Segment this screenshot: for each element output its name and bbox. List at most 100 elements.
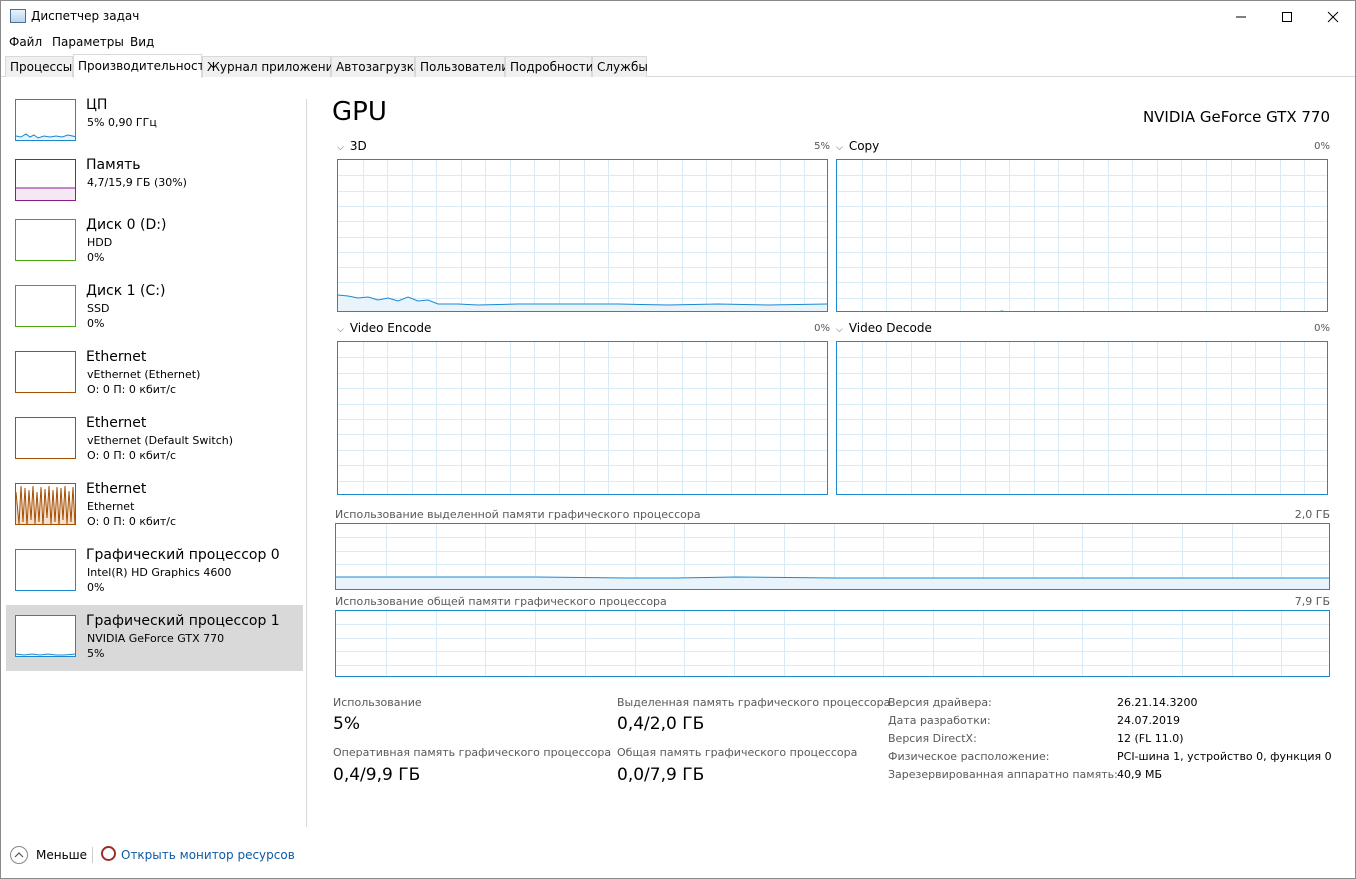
chevron-down-icon: ⌵ xyxy=(337,325,344,335)
tab-services[interactable]: Службы xyxy=(592,56,648,77)
tab-startup[interactable]: Автозагрузка xyxy=(331,56,421,77)
graph-3d-selector[interactable]: ⌵ 3D xyxy=(337,139,367,153)
graph-max-pct: 5% xyxy=(814,141,830,152)
menu-view[interactable]: Вид xyxy=(130,35,154,49)
gpu-memory-label: Оперативная память графического процессо… xyxy=(333,746,612,759)
tab-processes[interactable]: Процессы xyxy=(5,56,73,77)
window-title: Диспетчер задач xyxy=(31,9,140,23)
resource-monitor-icon[interactable] xyxy=(101,846,116,861)
usage-label: Использование xyxy=(333,696,422,709)
sidebar-item-sub: 4,7/15,9 ГБ (30%) xyxy=(87,176,187,189)
disk1-thumbnail-graph xyxy=(15,285,76,327)
chevron-down-icon: ⌵ xyxy=(337,143,344,153)
ethernet3-thumbnail-graph xyxy=(15,483,76,525)
sidebar-item-sub: NVIDIA GeForce GTX 770 xyxy=(87,632,225,645)
task-manager-window: Диспетчер задач Файл Параметры Вид Проце… xyxy=(0,0,1356,879)
graph-grid xyxy=(336,611,1329,676)
sidebar-item-name: Диск 1 (C:) xyxy=(86,283,166,299)
maximize-icon xyxy=(1282,11,1292,22)
reserved-memory-label: Зарезервированная аппаратно память: xyxy=(888,768,1118,781)
gpu1-thumbnail-graph xyxy=(15,615,76,657)
dedicated-value: 0,4/2,0 ГБ xyxy=(617,714,705,734)
chevron-up-icon[interactable] xyxy=(10,846,28,864)
shared-label: Общая память графического процессора xyxy=(617,746,858,759)
menu-file[interactable]: Файл xyxy=(9,35,42,49)
driver-version-label: Версия драйвера: xyxy=(888,696,992,709)
sidebar-item-sub2: О: 0 П: 0 кбит/с xyxy=(87,515,177,528)
sidebar-item-sub2: 0% xyxy=(87,251,105,264)
sidebar-item-name: Ethernet xyxy=(86,415,147,431)
sidebar-item-sub2: 0% xyxy=(87,581,105,594)
sidebar-item-gpu1[interactable]: Графический процессор 1 NVIDIA GeForce G… xyxy=(6,605,303,671)
physical-location-value: PCI-шина 1, устройство 0, функция 0 xyxy=(1117,750,1332,763)
sidebar-item-sub2: 5% xyxy=(87,647,105,660)
sidebar-item-sub: HDD xyxy=(87,236,113,249)
graph-copy-selector[interactable]: ⌵ Copy xyxy=(836,139,879,153)
tab-strip: Процессы Производительность Журнал прило… xyxy=(1,54,1355,78)
sidebar-item-disk0[interactable]: Диск 0 (D:) HDD 0% xyxy=(6,212,303,278)
tab-app-history[interactable]: Журнал приложений xyxy=(202,56,341,77)
reserved-memory-value: 40,9 МБ xyxy=(1117,768,1163,781)
sidebar-item-name: ЦП xyxy=(86,97,108,113)
graph-max-pct: 0% xyxy=(1314,323,1330,334)
usage-value: 5% xyxy=(333,714,360,734)
dedicated-memory-label: Использование выделенной памяти графичес… xyxy=(335,508,701,521)
fewer-details-link[interactable]: Меньше xyxy=(36,848,87,862)
disk0-thumbnail-graph xyxy=(15,219,76,261)
page-title: GPU xyxy=(332,97,387,127)
minimize-icon xyxy=(1236,16,1246,17)
graph-grid xyxy=(338,342,827,494)
graph-decode-selector[interactable]: ⌵ Video Decode xyxy=(836,321,932,335)
dedicated-memory-max: 2,0 ГБ xyxy=(1294,508,1330,521)
menu-bar: Файл Параметры Вид xyxy=(1,32,1355,52)
sidebar-item-name: Графический процессор 0 xyxy=(86,547,280,563)
task-manager-icon xyxy=(10,9,26,23)
maximize-button[interactable] xyxy=(1264,1,1310,32)
graph-video-decode xyxy=(836,341,1328,495)
sidebar-item-cpu[interactable]: ЦП 5% 0,90 ГГц xyxy=(6,92,303,158)
graph-label: Video Encode xyxy=(349,321,432,335)
directx-version-label: Версия DirectX: xyxy=(888,732,977,745)
graph-3d-line xyxy=(338,294,827,311)
sidebar-item-sub: Ethernet xyxy=(87,500,135,513)
sidebar-item-sub: vEthernet (Ethernet) xyxy=(87,368,201,381)
sidebar-item-sub2: О: 0 П: 0 кбит/с xyxy=(87,383,177,396)
graph-label: 3D xyxy=(349,139,367,153)
dedicated-memory-graph xyxy=(335,523,1330,590)
sidebar-item-ethernet3[interactable]: Ethernet Ethernet О: 0 П: 0 кбит/с xyxy=(6,476,303,542)
tab-performance[interactable]: Производительность xyxy=(73,54,212,78)
sidebar-item-gpu0[interactable]: Графический процессор 0 Intel(R) HD Grap… xyxy=(6,542,303,608)
driver-date-value: 24.07.2019 xyxy=(1117,714,1180,727)
shared-memory-max: 7,9 ГБ xyxy=(1294,595,1330,608)
graph-copy xyxy=(836,159,1328,312)
chevron-down-icon: ⌵ xyxy=(836,143,843,153)
sidebar-item-disk1[interactable]: Диск 1 (C:) SSD 0% xyxy=(6,278,303,344)
sidebar-item-sub: vEthernet (Default Switch) xyxy=(87,434,234,447)
menu-options[interactable]: Параметры xyxy=(52,35,124,49)
minimize-button[interactable] xyxy=(1218,1,1264,32)
graph-grid xyxy=(837,342,1327,494)
gpu-model-name: NVIDIA GeForce GTX 770 xyxy=(1142,108,1330,126)
graph-label: Copy xyxy=(848,139,880,153)
tab-details[interactable]: Подробности xyxy=(505,56,594,77)
tab-users[interactable]: Пользователи xyxy=(415,56,509,77)
sidebar-item-ethernet2[interactable]: Ethernet vEthernet (Default Switch) О: 0… xyxy=(6,410,303,476)
sidebar-item-memory[interactable]: Память 4,7/15,9 ГБ (30%) xyxy=(6,152,303,218)
shared-memory-graph xyxy=(335,610,1330,677)
pane-divider[interactable] xyxy=(306,99,307,827)
ethernet1-thumbnail-graph xyxy=(15,351,76,393)
footer: Меньше Открыть монитор ресурсов xyxy=(1,841,1355,871)
driver-version-value: 26.21.14.3200 xyxy=(1117,696,1198,709)
graph-encode-selector[interactable]: ⌵ Video Encode xyxy=(337,321,431,335)
cpu-thumbnail-graph xyxy=(15,99,76,141)
sidebar-item-sub: Intel(R) HD Graphics 4600 xyxy=(87,566,232,579)
open-resource-monitor-link[interactable]: Открыть монитор ресурсов xyxy=(121,848,295,862)
graph-copy-line xyxy=(999,310,1005,311)
footer-divider xyxy=(92,847,93,863)
gpu0-thumbnail-graph xyxy=(15,549,76,591)
shared-memory-label: Использование общей памяти графического … xyxy=(335,595,667,608)
physical-location-label: Физическое расположение: xyxy=(888,750,1050,763)
sidebar-item-ethernet1[interactable]: Ethernet vEthernet (Ethernet) О: 0 П: 0 … xyxy=(6,344,303,410)
ethernet2-thumbnail-graph xyxy=(15,417,76,459)
close-button[interactable] xyxy=(1310,1,1356,32)
